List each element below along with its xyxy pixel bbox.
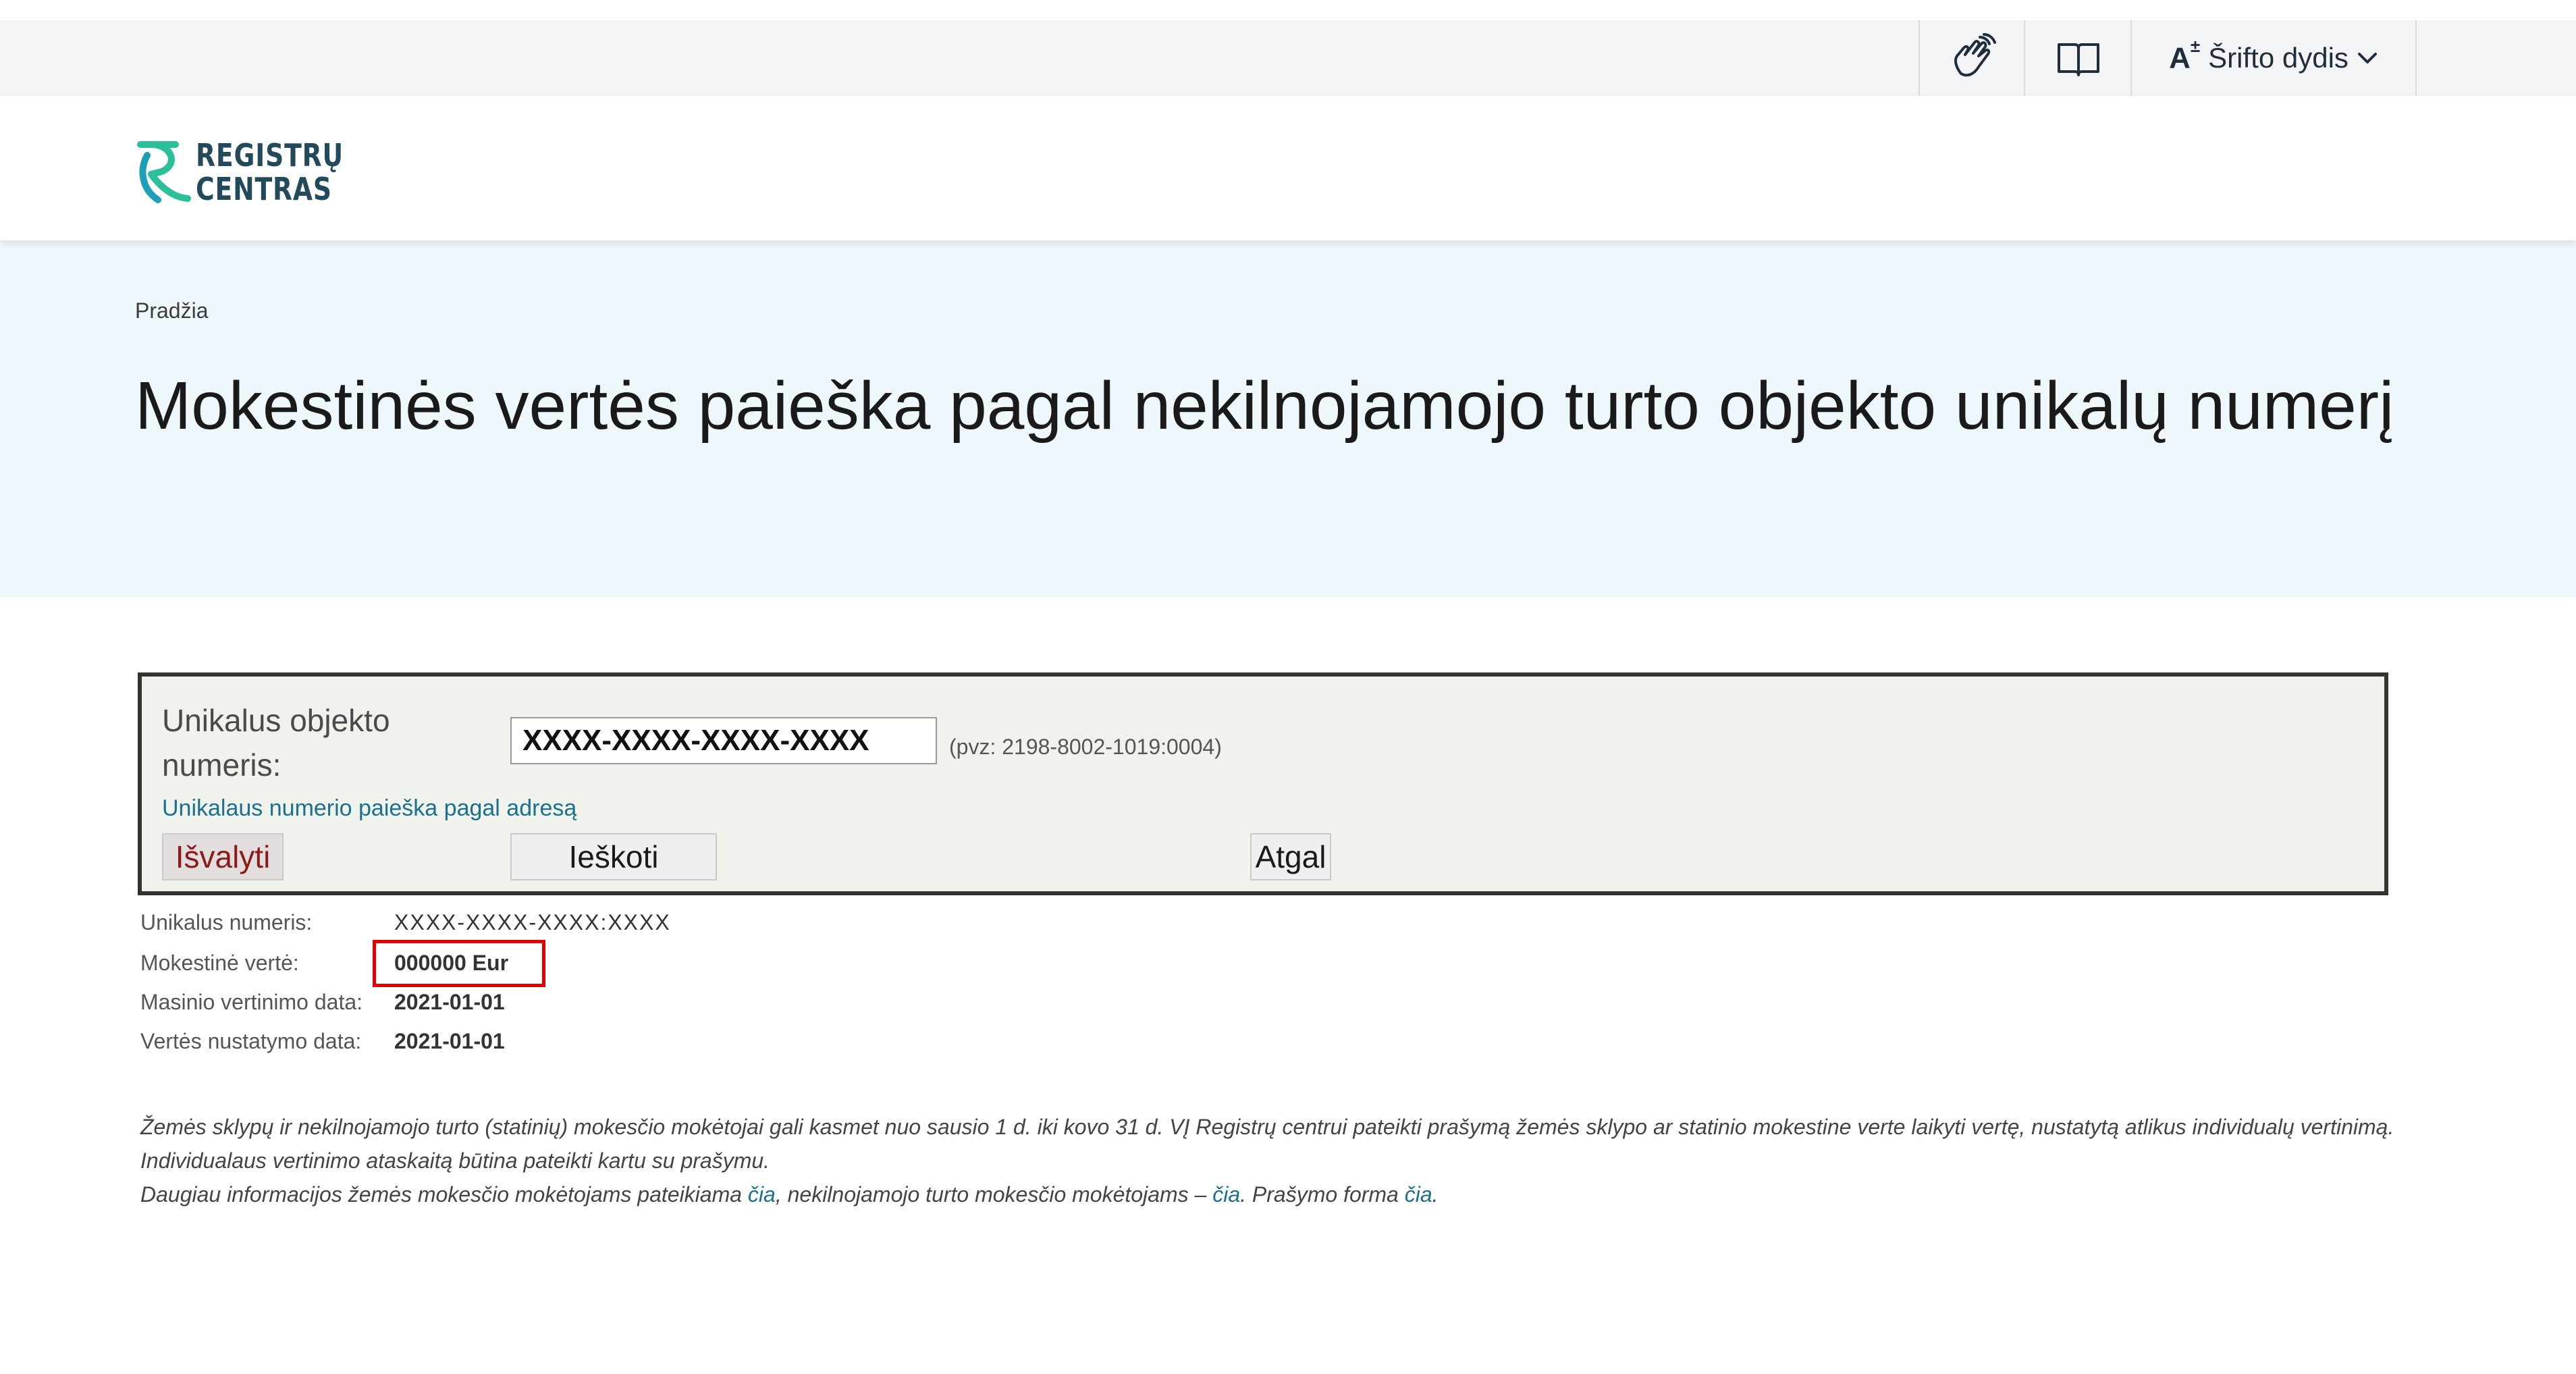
result-value: 2021-01-01 — [394, 990, 505, 1014]
clear-button[interactable]: Išvalyti — [162, 833, 284, 880]
tax-value-highlight — [373, 940, 545, 987]
unique-number-input[interactable] — [510, 717, 937, 764]
result-label: Mokestinė vertė: — [140, 951, 299, 975]
result-value: XXXX-XXXX-XXXX:XXXX — [394, 910, 671, 934]
easy-read-book-icon — [2056, 39, 2101, 77]
logo-wordmark: REGISTRŲ CENTRAS — [196, 136, 344, 207]
note-paragraph: Žemės sklypų ir nekilnojamojo turto (sta… — [140, 1115, 2394, 1173]
unique-number-label: Unikalus objekto numeris: — [162, 703, 390, 783]
utility-bar: A± Šrifto dydis — [0, 20, 2576, 96]
result-label: Unikalus numeris: — [140, 910, 313, 934]
property-tax-info-link[interactable]: čia — [1212, 1182, 1240, 1207]
sign-language-icon — [1949, 33, 1996, 83]
search-button[interactable]: Ieškoti — [510, 833, 717, 880]
sign-language-button[interactable] — [1918, 20, 2025, 96]
address-search-link[interactable]: Unikalaus numerio paieška pagal adresą — [162, 795, 576, 822]
request-form-link[interactable]: čia — [1405, 1182, 1432, 1207]
registru-centras-logo-icon — [135, 135, 192, 209]
back-button[interactable]: Atgal — [1250, 833, 1331, 880]
result-value: 2021-01-01 — [394, 1029, 505, 1053]
result-label: Vertės nustatymo data: — [140, 1029, 362, 1053]
note-more-info: Daugiau informacijos žemės mokesčio mokė… — [140, 1182, 1439, 1207]
result-label: Masinio vertinimo data: — [140, 990, 363, 1014]
page-title: Mokestinės vertės paieška pagal nekilnoj… — [135, 368, 2394, 444]
font-size-icon: A± — [2169, 35, 2201, 75]
easy-read-button[interactable] — [2024, 20, 2132, 96]
land-tax-info-link[interactable]: čia — [748, 1182, 776, 1207]
site-header: REGISTRŲ CENTRAS — [0, 96, 2576, 240]
registru-centras-logo[interactable]: REGISTRŲ CENTRAS — [135, 135, 376, 209]
hero-section: Pradžia Mokestinės vertės paieška pagal … — [0, 240, 2576, 597]
breadcrumb-home[interactable]: Pradžia — [135, 298, 209, 323]
info-notes: Žemės sklypų ir nekilnojamojo turto (sta… — [140, 1110, 2395, 1211]
example-hint: (pvz: 2198-8002-1019:0004) — [949, 735, 1222, 759]
chevron-down-icon — [2357, 51, 2378, 65]
search-panel: Unikalus objekto numeris: (pvz: 2198-800… — [138, 672, 2388, 895]
font-size-label: Šrifto dydis — [2208, 42, 2349, 74]
result-tax-value: Mokestinė vertė: 000000 Eur — [140, 940, 613, 988]
font-size-dropdown[interactable]: A± Šrifto dydis — [2130, 20, 2417, 96]
